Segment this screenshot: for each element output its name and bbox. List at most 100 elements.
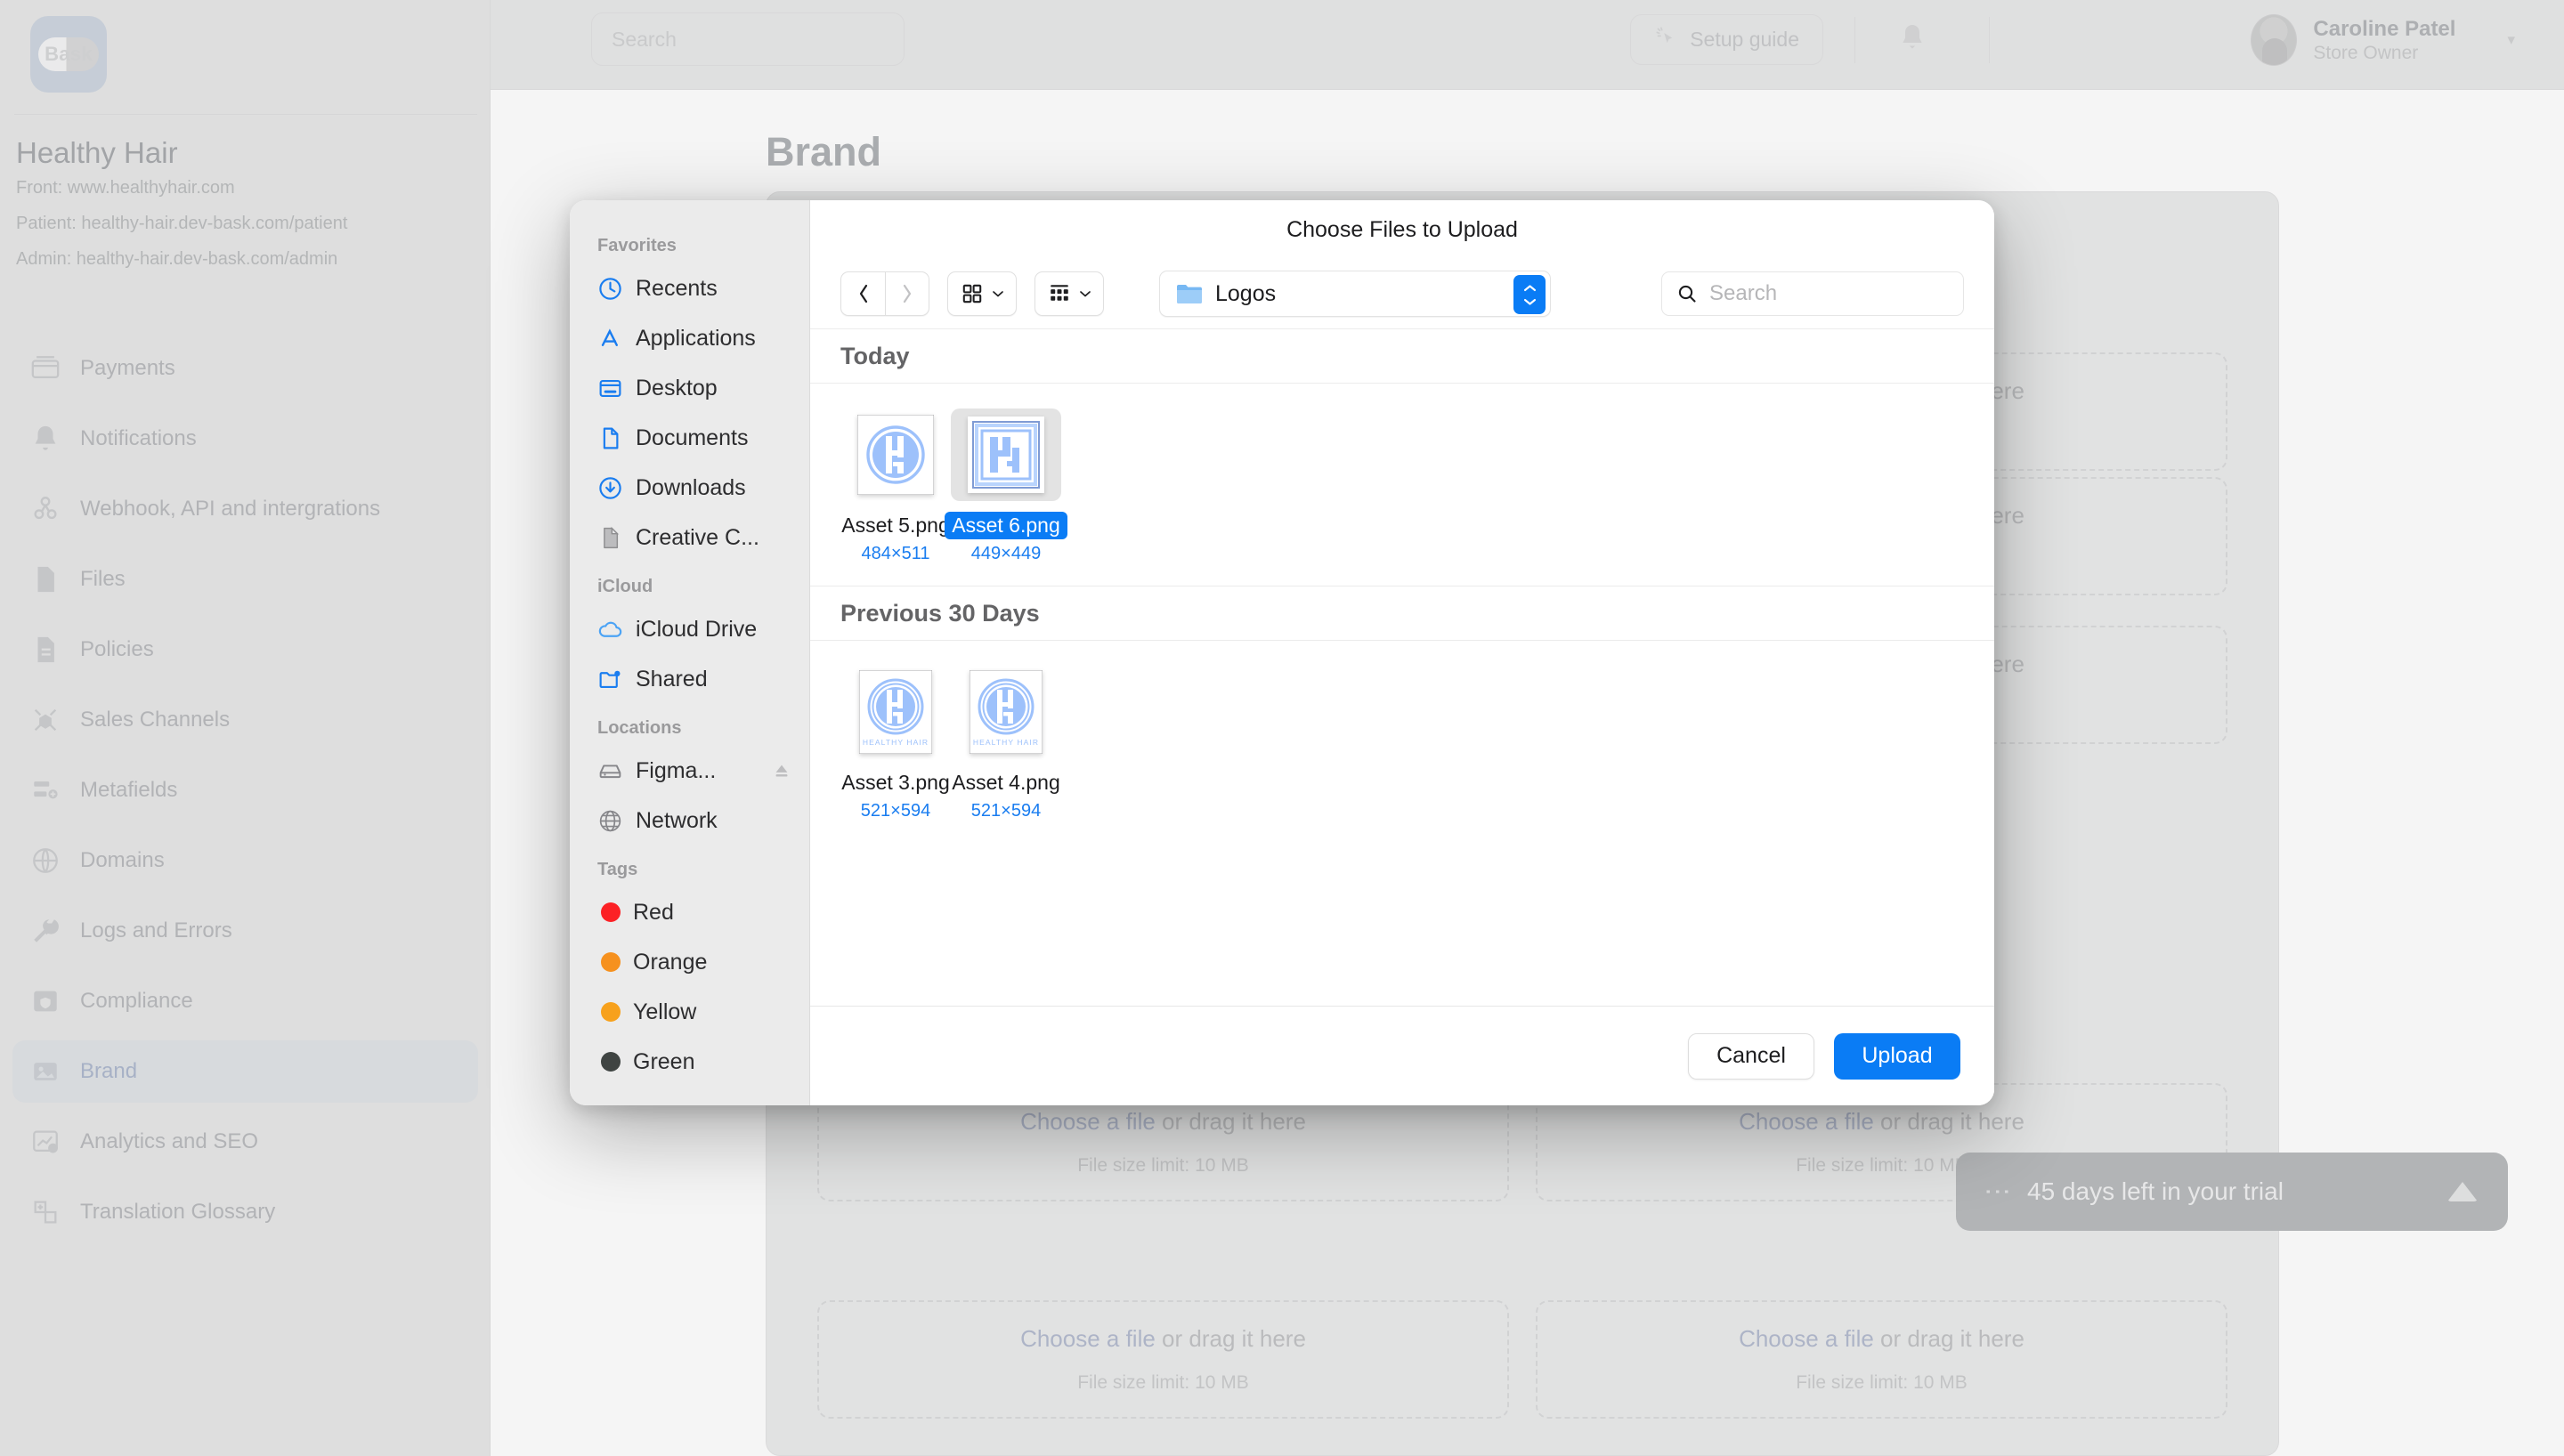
chevron-down-icon [1079, 291, 1091, 297]
fd-item-desktop[interactable]: Desktop [570, 363, 809, 413]
forward-button[interactable] [885, 271, 929, 316]
tag-color-dot [601, 1002, 621, 1022]
sidebar-item-label: Translation Glossary [80, 1200, 276, 1224]
file-search-placeholder: Search [1709, 281, 1778, 305]
fd-item-applications[interactable]: Applications [570, 313, 809, 363]
notifications-button[interactable] [1893, 20, 1932, 62]
fd-tag-orange[interactable]: Orange [570, 937, 809, 987]
sidebar-item-compliance[interactable]: Compliance [12, 970, 478, 1032]
app-logo-text: Bask [38, 37, 99, 71]
file-section-items: Asset 5.png 484×511 Asset 6.png 449×449 [810, 384, 1994, 586]
file-thumbnail: HEALTHY HAIR [951, 666, 1061, 758]
fd-tag-label: Yellow [633, 999, 697, 1024]
back-button[interactable] [840, 271, 885, 316]
user-menu[interactable]: Caroline Patel Store Owner ▾ [2251, 12, 2515, 68]
fd-tag-green[interactable]: Green [570, 1037, 809, 1087]
sidebar-item-logs-errors[interactable]: Logs and Errors [12, 900, 478, 962]
store-name: Healthy Hair [16, 136, 178, 169]
chevron-up-icon[interactable] [2447, 1182, 2478, 1201]
file-search-input[interactable]: Search [1661, 271, 1964, 316]
choose-file-link[interactable]: Choose a file [1739, 1108, 1874, 1135]
sidebar-item-domains[interactable]: Domains [12, 829, 478, 892]
fd-item-downloads[interactable]: Downloads [570, 463, 809, 513]
fd-item-figma-drive[interactable]: Figma... [570, 746, 809, 796]
fd-item-label: Recents [636, 275, 718, 301]
sidebar-group-tags: Tags [597, 860, 638, 879]
appstore-icon [597, 326, 623, 352]
file-section-header: Today [810, 328, 1994, 384]
file-item-asset-4[interactable]: HEALTHY HAIR Asset 4.png 521×594 [951, 666, 1061, 821]
setup-guide-button[interactable]: Setup guide [1630, 14, 1823, 65]
fd-item-recents[interactable]: Recents [570, 263, 809, 313]
tag-color-dot [601, 902, 621, 922]
drive-icon [597, 758, 623, 784]
bell-icon [1898, 22, 1927, 61]
app-header: Search Setup guide Caroline Patel Store … [491, 0, 2564, 90]
globe-icon [30, 845, 61, 876]
upload-button[interactable]: Upload [1834, 1032, 1960, 1080]
file-item-asset-6[interactable]: Asset 6.png 449×449 [945, 408, 1067, 564]
choose-file-link[interactable]: Choose a file [1020, 1325, 1156, 1352]
sidebar-item-brand[interactable]: Brand [12, 1040, 478, 1103]
dropzone-limit: File size limit: 10 MB [1796, 1372, 1968, 1393]
path-stepper[interactable] [1513, 275, 1546, 314]
sidebar-item-analytics-seo[interactable]: Analytics and SEO [12, 1111, 478, 1173]
fd-item-label: Documents [636, 425, 749, 450]
sidebar-item-translation-glossary[interactable]: Translation Glossary [12, 1181, 478, 1243]
dropzone[interactable]: Choose a file or drag it here File size … [1536, 1300, 2227, 1419]
chevron-left-icon [859, 284, 867, 303]
dropzone[interactable]: Choose a file or drag it here File size … [817, 1300, 1509, 1419]
metafields-icon [30, 775, 61, 805]
fd-item-shared[interactable]: Shared [570, 654, 809, 704]
choose-files-dialog: Favorites Recents Applications Desktop D… [570, 200, 1994, 1105]
eject-icon[interactable] [772, 761, 791, 781]
file-item-asset-3[interactable]: HEALTHY HAIR Asset 3.png 521×594 [840, 666, 951, 821]
fd-tag-yellow[interactable]: Yellow [570, 987, 809, 1037]
sidebar-item-notifications[interactable]: Notifications [12, 408, 478, 470]
logo-wordmark-text: HEALTHY HAIR [863, 738, 929, 747]
fd-item-label: Figma... [636, 757, 717, 783]
file-icon [30, 564, 61, 595]
file-dialog-title: Choose Files to Upload [1286, 216, 1518, 242]
choose-file-link[interactable]: Choose a file [1020, 1108, 1156, 1135]
file-dialog-sidebar: Favorites Recents Applications Desktop D… [570, 200, 810, 1105]
cancel-button[interactable]: Cancel [1688, 1032, 1814, 1080]
choose-file-link[interactable]: Choose a file [1739, 1325, 1874, 1352]
group-view-button[interactable] [1035, 271, 1104, 316]
path-select[interactable]: Logos [1159, 271, 1551, 317]
fd-tag-red[interactable]: Red [570, 887, 809, 937]
sidebar-item-payments[interactable]: Payments [12, 337, 478, 400]
tag-color-dot [601, 952, 621, 972]
sharedfolder-icon [597, 667, 623, 692]
analytics-icon [30, 1127, 61, 1157]
sidebar-item-files[interactable]: Files [12, 548, 478, 611]
dropzone-row-bottom: Choose a file or drag it here File size … [767, 1300, 2278, 1419]
icon-view-button[interactable] [947, 271, 1017, 316]
sidebar-item-policies[interactable]: Policies [12, 619, 478, 681]
grid-view-icon [962, 284, 981, 303]
search-input[interactable]: Search [591, 12, 905, 66]
sidebar-item-label: Logs and Errors [80, 918, 232, 942]
more-options-icon[interactable]: ⋮ [1983, 1178, 2012, 1205]
file-dimensions: 521×594 [970, 801, 1042, 821]
fd-item-network[interactable]: Network [570, 796, 809, 845]
fd-item-creative-cloud[interactable]: Creative C... [570, 513, 809, 562]
path-label: Logos [1215, 280, 1277, 306]
sidebar-item-sales-channels[interactable]: Sales Channels [12, 689, 478, 751]
dropzone-prompt: Choose a file or drag it here [1739, 1325, 2024, 1352]
dropzone-prompt: Choose a file or drag it here [1020, 1325, 1306, 1352]
file-name: Asset 4.png [952, 771, 1060, 794]
sidebar-item-webhook[interactable]: Webhook, API and intergrations [12, 478, 478, 540]
sidebar-group-icloud: iCloud [597, 577, 653, 596]
fd-item-icloud-drive[interactable]: iCloud Drive [570, 604, 809, 654]
sidebar-item-label: Analytics and SEO [80, 1129, 259, 1153]
trial-banner[interactable]: ⋮ 45 days left in your trial [1956, 1153, 2508, 1231]
file-dimensions: 449×449 [970, 544, 1042, 563]
search-icon [1678, 285, 1696, 303]
fd-tag-label: Orange [633, 949, 708, 975]
sidebar-item-metafields[interactable]: Metafields [12, 759, 478, 821]
file-dialog-main: Choose Files to Upload Logos Search Toda… [810, 200, 1994, 1105]
file-item-asset-5[interactable]: Asset 5.png 484×511 [840, 408, 951, 564]
sidebar-nav: Payments Notifications Webhook, API and … [0, 329, 491, 1251]
fd-item-documents[interactable]: Documents [570, 413, 809, 463]
